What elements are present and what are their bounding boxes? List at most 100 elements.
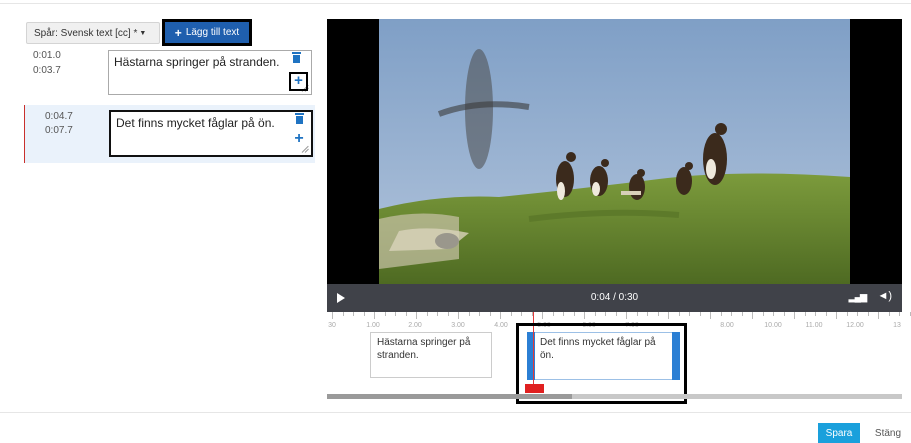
segment-end-handle[interactable] (672, 332, 680, 380)
top-divider (0, 3, 911, 4)
ruler-tick (353, 312, 354, 316)
ruler-tick (594, 312, 596, 316)
ruler-tick (615, 312, 617, 316)
save-button[interactable]: Spara (818, 423, 860, 443)
ruler-tick (668, 312, 669, 319)
ruler-tick (416, 312, 417, 319)
bottom-divider (0, 412, 911, 413)
add-text-label: Lägg till text (185, 27, 240, 38)
ruler-tick (762, 312, 764, 316)
tick-label: 8.00 (720, 322, 734, 329)
ruler-tick (521, 312, 522, 316)
ruler-tick (605, 312, 606, 316)
ruler-tick (657, 312, 659, 316)
ruler-tick (741, 312, 743, 316)
trash-icon[interactable] (295, 113, 304, 124)
ruler-tick (888, 312, 890, 316)
cue-start-time[interactable]: 0:04.7 (45, 111, 73, 122)
ruler-tick (342, 312, 344, 316)
ruler-tick (584, 312, 585, 319)
ruler-tick (563, 312, 564, 316)
video-frame (379, 19, 850, 284)
ruler-tick (500, 312, 501, 319)
ruler-tick (489, 312, 491, 316)
ruler-tick (783, 312, 785, 316)
ruler-tick (552, 312, 554, 316)
volume-icon[interactable]: ◄) (877, 290, 892, 302)
ruler-tick (647, 312, 648, 316)
ruler-tick (626, 312, 627, 319)
ruler-tick (510, 312, 512, 316)
add-cue-plus-icon[interactable]: + (292, 131, 306, 147)
chevron-down-icon: ▼ (139, 29, 147, 37)
timeline-segment-selected[interactable]: Det finns mycket fåglar på ön. (527, 332, 680, 380)
ruler-tick (825, 312, 827, 316)
ruler-tick (815, 312, 816, 316)
ruler-tick (636, 312, 638, 316)
cue-text-input[interactable]: Det finns mycket fåglar på ön. (109, 110, 313, 157)
timeline-segment[interactable]: Hästarna springer på stranden. (370, 332, 492, 378)
time-display: 0:04 / 0:30 (590, 292, 639, 303)
ruler-tick (752, 312, 753, 319)
add-text-button[interactable]: + Lägg till text (162, 19, 252, 46)
tick-label: 10.00 (764, 322, 782, 329)
plus-icon: + (174, 25, 182, 40)
ruler-tick (867, 312, 869, 316)
cue-text: Det finns mycket fåglar på ön. (116, 116, 275, 130)
ruler-tick (405, 312, 407, 316)
ruler-tick (710, 312, 711, 319)
close-button[interactable]: Stäng (868, 423, 908, 443)
ruler-tick (426, 312, 428, 316)
ruler-tick (878, 312, 879, 319)
ruler-tick (899, 312, 900, 316)
ruler-tick (573, 312, 575, 316)
track-select-label: Spår: Svensk text [cc] * (34, 27, 138, 39)
cue-item-selected: 0:04.7 0:07.7 Det finns mycket fåglar på… (24, 105, 315, 163)
ruler-tick (857, 312, 858, 316)
signal-bars-icon[interactable]: ▂▄▆ (849, 292, 867, 303)
resize-handle-icon[interactable] (302, 146, 309, 153)
ruler-tick (384, 312, 386, 316)
cue-end-time[interactable]: 0:07.7 (45, 125, 73, 136)
ruler-tick (720, 312, 722, 316)
cue-item: 0:01.0 0:03.7 Hästarna springer på stran… (24, 48, 315, 100)
timeline-scrollbar[interactable] (327, 394, 902, 399)
tick-label: 1.00 (366, 322, 380, 329)
player-controls: 0:04 / 0:30 ▂▄▆ ◄) (327, 284, 902, 312)
ruler-tick (479, 312, 480, 316)
tick-label: 6.00 (582, 322, 596, 329)
ruler-tick (731, 312, 732, 316)
add-cue-plus-icon[interactable]: + (289, 72, 308, 91)
ruler-tick (395, 312, 396, 316)
video-player[interactable] (327, 19, 902, 284)
ruler-tick (447, 312, 449, 316)
tick-label: 13 (893, 322, 901, 329)
cue-end-time[interactable]: 0:03.7 (33, 65, 61, 76)
playhead-marker[interactable] (525, 384, 544, 393)
cue-start-time[interactable]: 0:01.0 (33, 50, 61, 61)
tick-label: 30 (328, 322, 336, 329)
trash-icon[interactable] (292, 52, 301, 63)
ruler-tick (689, 312, 690, 316)
ruler-tick (363, 312, 365, 316)
segment-text: Det finns mycket fåglar på ön. (540, 337, 656, 361)
ruler-tick (542, 312, 543, 319)
ruler-tick (804, 312, 806, 316)
ruler-tick (678, 312, 680, 316)
track-select[interactable]: Spår: Svensk text [cc] * ▼ (26, 22, 160, 44)
ruler-tick (468, 312, 470, 316)
ruler-tick (437, 312, 438, 316)
tick-label: 12.00 (846, 322, 864, 329)
tick-label: 3.00 (451, 322, 465, 329)
ruler-tick (374, 312, 375, 319)
scrollbar-thumb[interactable] (327, 394, 572, 399)
ruler-tick (794, 312, 795, 319)
ruler-tick (846, 312, 848, 316)
tick-label: 11.00 (805, 322, 823, 329)
segment-text: Hästarna springer på stranden. (377, 337, 471, 361)
cue-text-input[interactable]: Hästarna springer på stranden. (108, 50, 312, 95)
playhead[interactable] (533, 312, 534, 384)
ruler-tick (699, 312, 701, 316)
ruler-tick (332, 312, 333, 319)
tick-label: 5.00 (537, 322, 551, 329)
